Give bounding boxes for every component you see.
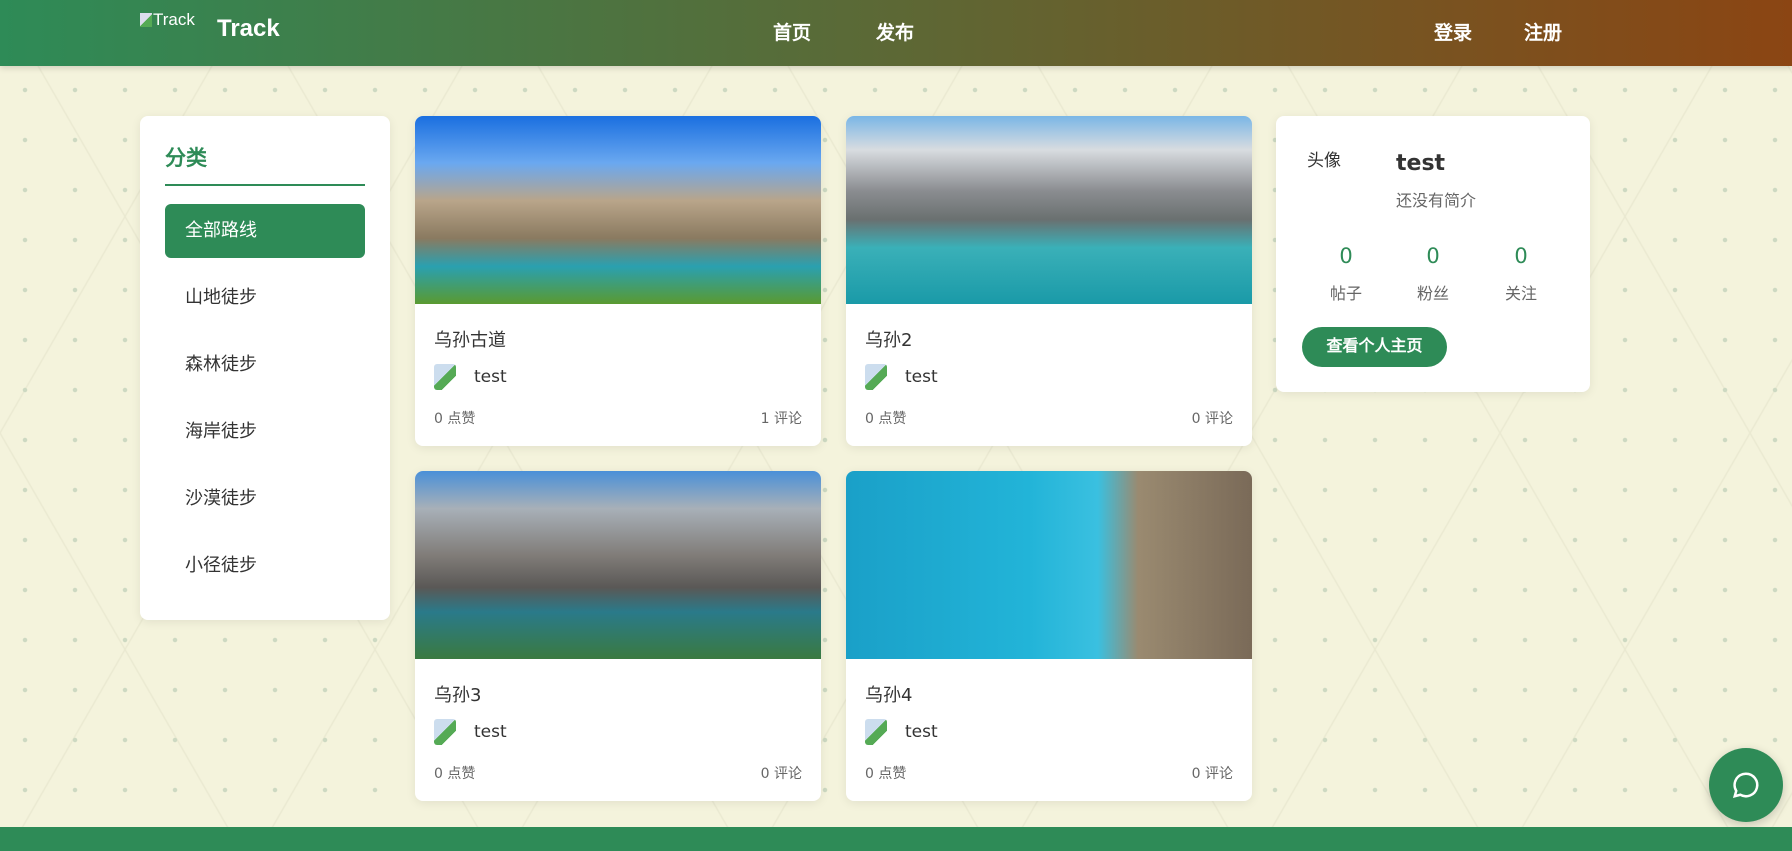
comment-count: 0 评论: [760, 766, 802, 782]
post-image[interactable]: [415, 116, 821, 304]
profile-avatar: 头像: [1307, 151, 1341, 171]
like-count: 0 点赞: [434, 766, 476, 782]
chat-bubble-icon: [1732, 772, 1759, 799]
author-name: test: [474, 722, 507, 742]
stat-value: 0: [1426, 244, 1440, 268]
brand-name[interactable]: Track: [217, 15, 280, 43]
post-card[interactable]: 乌孙4 test 0 点赞 0 评论: [846, 471, 1252, 801]
author-avatar: [865, 364, 887, 390]
category-forest[interactable]: 森林徒步: [165, 338, 365, 392]
stat-following[interactable]: 0 关注: [1481, 244, 1561, 304]
author-avatar: [865, 719, 887, 745]
profile-name: test: [1396, 151, 1446, 176]
author-avatar: [434, 364, 456, 390]
post-card[interactable]: 乌孙3 test 0 点赞 0 评论: [415, 471, 821, 801]
login-link[interactable]: 登录: [1434, 18, 1472, 45]
register-link[interactable]: 注册: [1524, 18, 1562, 45]
post-image[interactable]: [415, 471, 821, 659]
post-image[interactable]: [846, 116, 1252, 304]
post-author: test: [865, 719, 938, 745]
author-name: test: [905, 722, 938, 742]
post-card[interactable]: 乌孙2 test 0 点赞 0 评论: [846, 116, 1252, 446]
author-avatar: [434, 719, 456, 745]
category-all[interactable]: 全部路线: [165, 204, 365, 258]
view-profile-button[interactable]: 查看个人主页: [1302, 327, 1447, 367]
like-count: 0 点赞: [865, 766, 907, 782]
chat-button[interactable]: [1709, 748, 1783, 822]
stat-value: 0: [1514, 244, 1528, 268]
post-title[interactable]: 乌孙2: [865, 326, 912, 352]
stat-value: 0: [1339, 244, 1353, 268]
stat-label: 粉丝: [1416, 284, 1449, 303]
stat-followers[interactable]: 0 粉丝: [1393, 244, 1473, 304]
nav-publish[interactable]: 发布: [876, 18, 914, 45]
post-title[interactable]: 乌孙4: [865, 681, 912, 707]
comment-count: 1 评论: [760, 411, 802, 427]
category-desert[interactable]: 沙漠徒步: [165, 472, 365, 526]
post-author: test: [434, 719, 507, 745]
post-title[interactable]: 乌孙3: [434, 681, 481, 707]
author-name: test: [474, 367, 507, 387]
post-author: test: [434, 364, 507, 390]
like-count: 0 点赞: [434, 411, 476, 427]
top-navbar: Track Track 首页 发布 登录 注册: [0, 0, 1792, 66]
category-title: 分类: [165, 142, 365, 186]
footer-bar: [0, 827, 1792, 851]
stat-label: 帖子: [1329, 284, 1362, 303]
like-count: 0 点赞: [865, 411, 907, 427]
comment-count: 0 评论: [1191, 411, 1233, 427]
post-card[interactable]: 乌孙古道 test 0 点赞 1 评论: [415, 116, 821, 446]
post-author: test: [865, 364, 938, 390]
comment-count: 0 评论: [1191, 766, 1233, 782]
category-mountain[interactable]: 山地徒步: [165, 271, 365, 325]
category-coast[interactable]: 海岸徒步: [165, 405, 365, 459]
post-image[interactable]: [846, 471, 1252, 659]
profile-card: 头像 test 还没有简介 0 帖子 0 粉丝 0 关注 查看个人主页: [1276, 116, 1590, 392]
post-title[interactable]: 乌孙古道: [434, 326, 506, 352]
author-name: test: [905, 367, 938, 387]
category-sidebar: 分类 全部路线 山地徒步 森林徒步 海岸徒步 沙漠徒步 小径徒步: [140, 116, 390, 620]
nav-home[interactable]: 首页: [773, 18, 811, 45]
category-trail[interactable]: 小径徒步: [165, 539, 365, 593]
profile-bio: 还没有简介: [1396, 191, 1477, 210]
stat-posts[interactable]: 0 帖子: [1306, 244, 1386, 304]
logo-image[interactable]: Track: [140, 10, 195, 30]
stat-label: 关注: [1504, 284, 1537, 303]
